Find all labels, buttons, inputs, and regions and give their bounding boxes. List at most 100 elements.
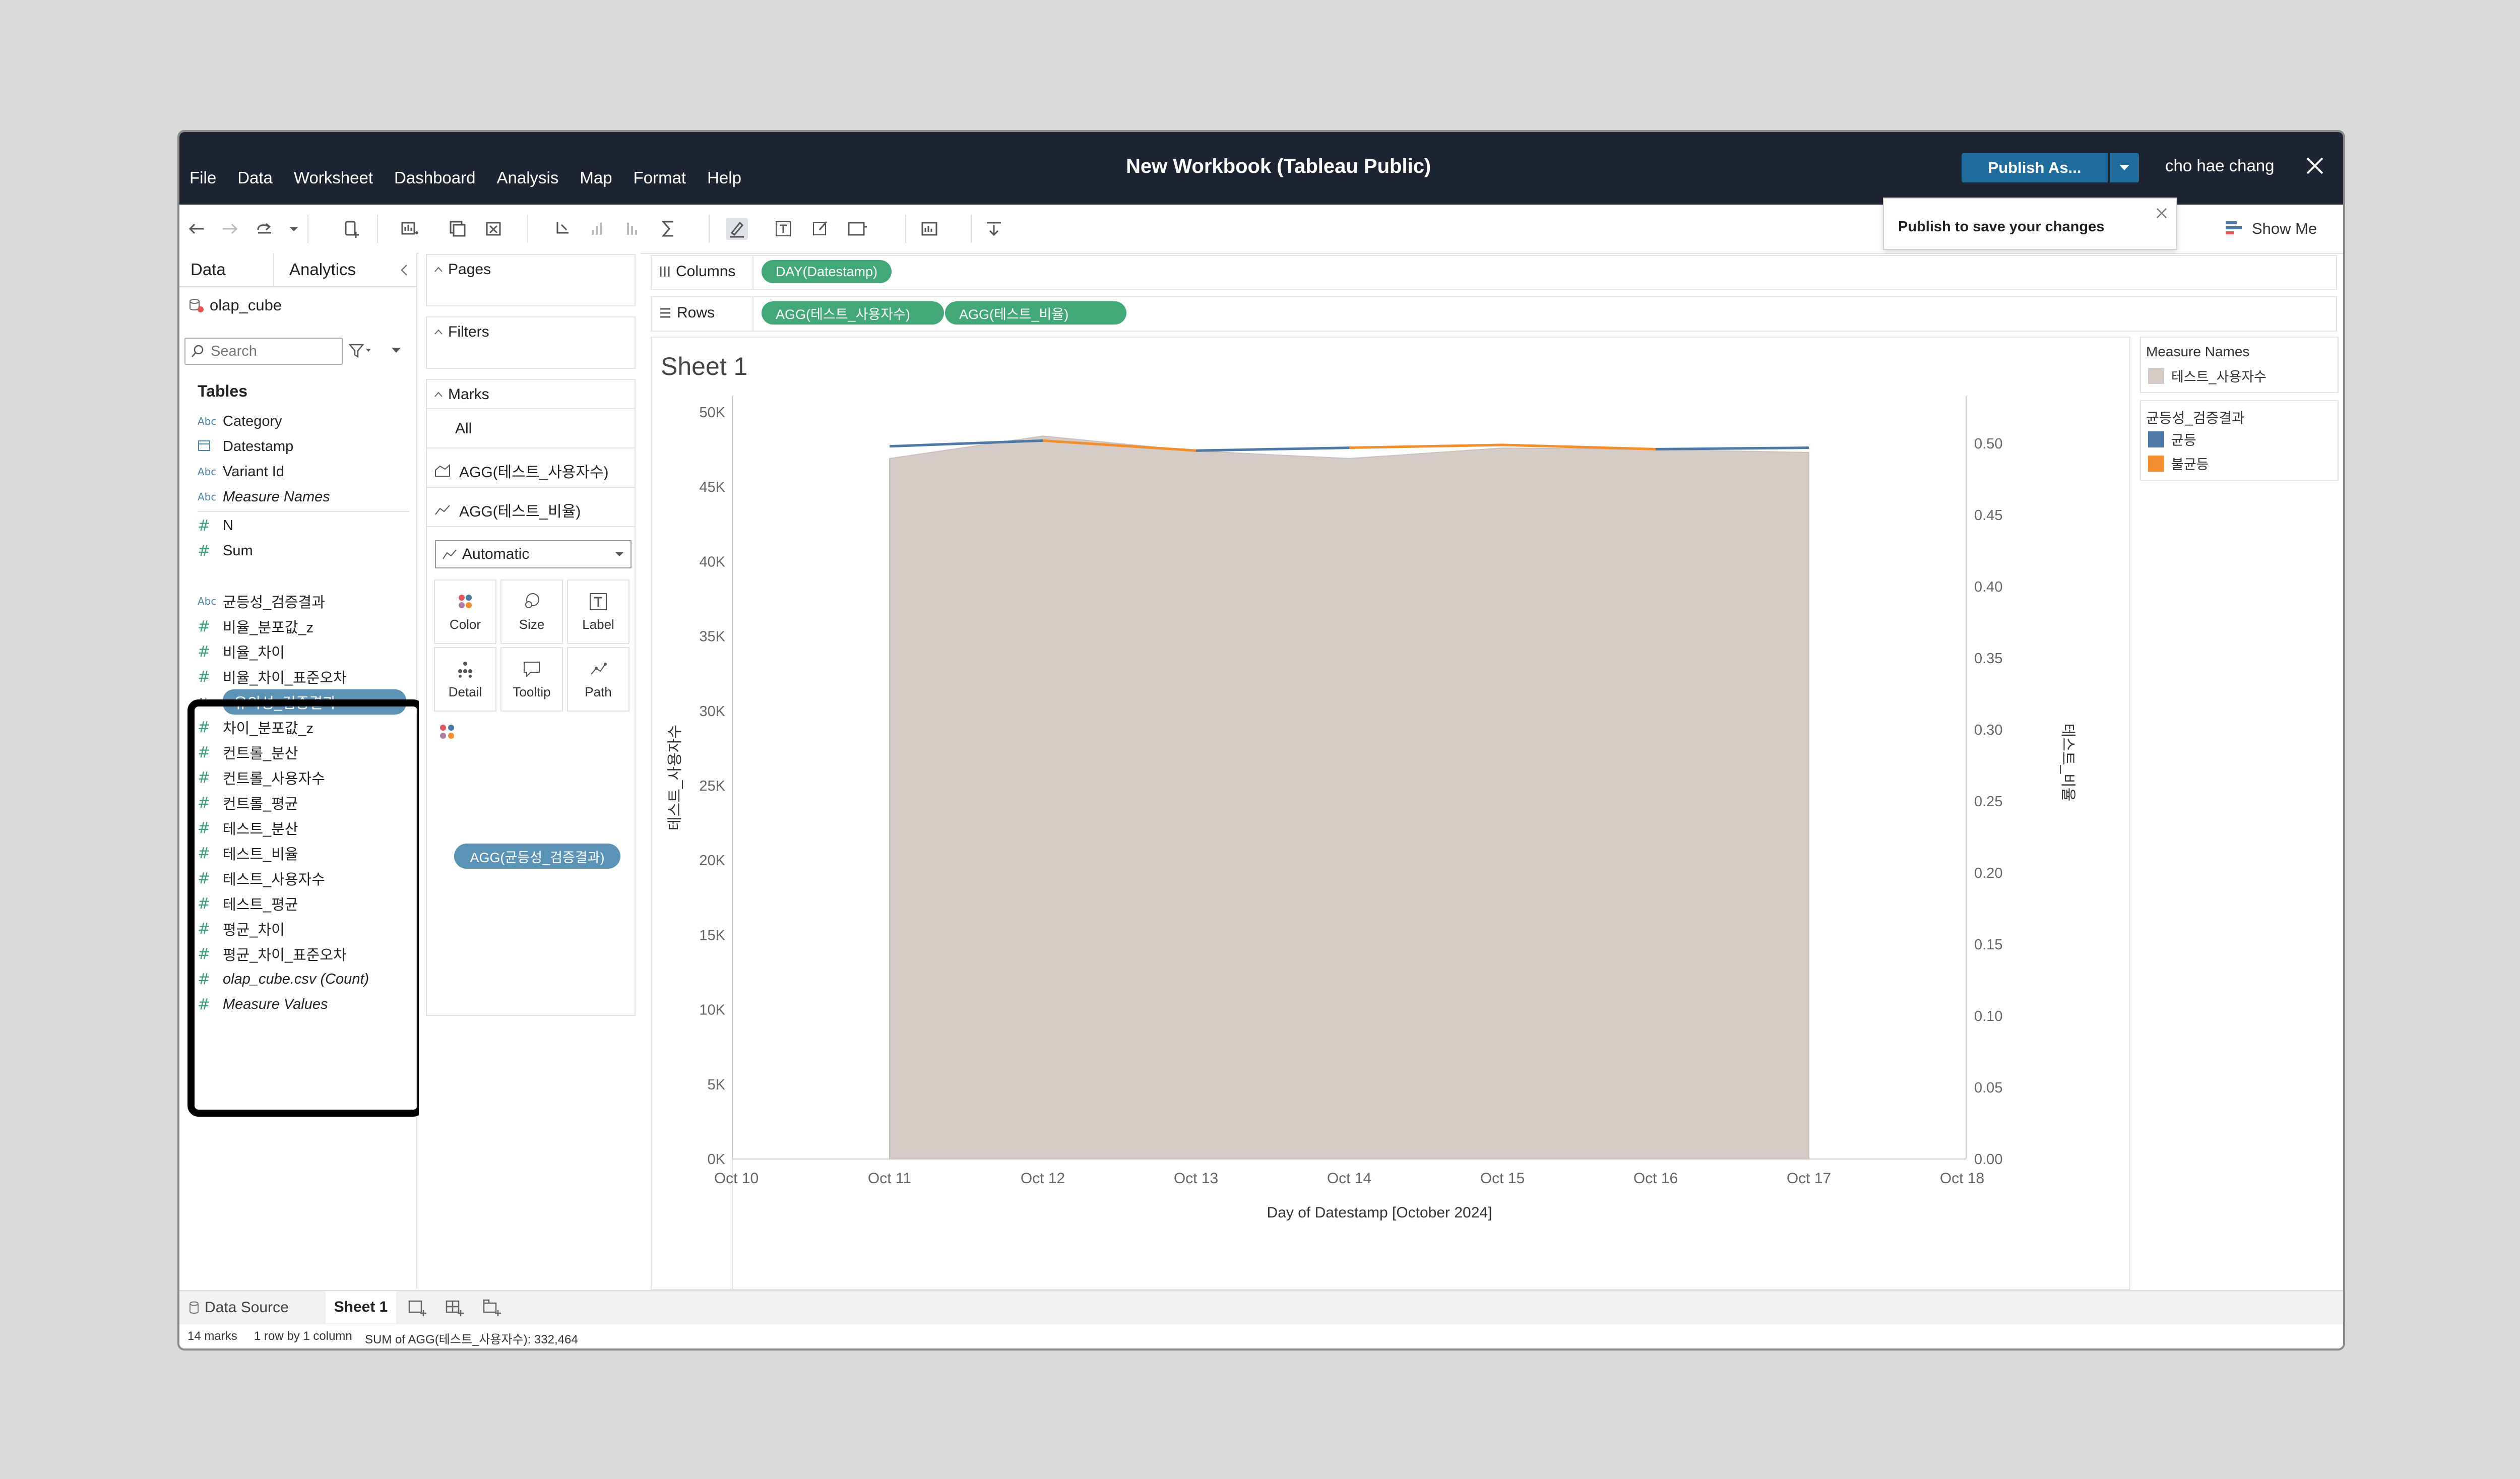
- clear-sheet-icon[interactable]: [484, 218, 506, 240]
- field-calc-9[interactable]: # 컨트롤_평균: [198, 791, 298, 814]
- new-datasource-icon[interactable]: [341, 218, 363, 240]
- color-button[interactable]: Color: [434, 580, 496, 644]
- field-sum[interactable]: # Sum: [198, 539, 253, 562]
- field-calc-4[interactable]: # 비율_차이_표준오차: [198, 665, 347, 688]
- area-series-users: [889, 435, 1809, 1160]
- replay-icon[interactable]: [254, 218, 276, 240]
- legend-item[interactable]: 불균등: [2148, 454, 2209, 473]
- rows-pill-users[interactable]: AGG(테스트_사용자수): [762, 301, 944, 325]
- rows-pill-ratio[interactable]: AGG(테스트_비율): [945, 301, 1126, 325]
- size-button[interactable]: Size: [500, 580, 563, 644]
- status-marks: 14 marks: [187, 1329, 237, 1343]
- field-calc-13[interactable]: # 테스트_평균: [198, 892, 298, 915]
- marks-card-ratio[interactable]: AGG(테스트_비율): [434, 499, 581, 521]
- field-label: 평균_차이_표준오차: [223, 947, 347, 963]
- field-label: Datestamp: [223, 438, 294, 455]
- field-measure-values[interactable]: # Measure Values: [198, 993, 328, 1016]
- field-calc-7[interactable]: # 컨트롤_분산: [198, 741, 298, 764]
- totals-icon[interactable]: [658, 218, 680, 240]
- fit-icon[interactable]: [846, 218, 868, 240]
- publish-dropdown-button[interactable]: [2110, 153, 2139, 182]
- redo-icon[interactable]: [219, 218, 241, 240]
- highlight-icon[interactable]: [726, 218, 748, 240]
- field-measure-names[interactable]: Abc Measure Names: [198, 485, 330, 508]
- field-calc-8[interactable]: # 컨트롤_사용자수: [198, 766, 325, 789]
- tooltip-button[interactable]: Tooltip: [500, 647, 563, 712]
- field-n[interactable]: # N: [198, 514, 233, 537]
- worksheet-view: Sheet 1 0K 5K 10K 15K 20K 25K 30K 35K 40K 45K 50K 0…: [651, 337, 2130, 1290]
- tab-analytics[interactable]: Analytics: [289, 260, 356, 279]
- detail-button[interactable]: Detail: [434, 647, 496, 712]
- close-tooltip-icon[interactable]: [2154, 206, 2169, 221]
- search-box[interactable]: [184, 338, 343, 365]
- pages-header[interactable]: Pages: [434, 261, 491, 278]
- field-calc-15[interactable]: # 평균_차이_표준오차: [198, 942, 347, 966]
- menu-worksheet[interactable]: Worksheet: [294, 168, 373, 187]
- datasource-item[interactable]: olap_cube: [188, 296, 282, 314]
- tables-heading: Tables: [198, 382, 247, 400]
- undo-icon[interactable]: [185, 218, 208, 240]
- marks-header[interactable]: Marks: [434, 386, 489, 403]
- field-calc-5-selected[interactable]: Abc 유의성_검증결과: [198, 689, 406, 715]
- publish-as-button[interactable]: Publish As...: [1962, 153, 2108, 182]
- field-count[interactable]: # olap_cube.csv (Count): [198, 968, 369, 991]
- path-button[interactable]: Path: [567, 647, 629, 712]
- menu-dashboard[interactable]: Dashboard: [394, 168, 475, 187]
- filter-fields-icon[interactable]: [349, 343, 373, 359]
- replay-dropdown-icon[interactable]: [283, 218, 298, 240]
- search-input[interactable]: [210, 342, 333, 360]
- field-calc-10[interactable]: # 테스트_분산: [198, 816, 298, 840]
- columns-pill-datestamp[interactable]: DAY(Datestamp): [762, 260, 892, 283]
- field-calc-11[interactable]: # 테스트_비율: [198, 842, 298, 865]
- tab-data[interactable]: Data: [191, 260, 226, 279]
- annotate-icon[interactable]: [809, 218, 832, 240]
- pane-menu-icon[interactable]: [390, 346, 402, 356]
- marks-all-tab[interactable]: All: [455, 420, 472, 437]
- tableau-window: File Data Worksheet Dashboard Analysis M…: [177, 130, 2345, 1351]
- field-calc-14[interactable]: # 평균_차이: [198, 917, 285, 940]
- marks-card-users[interactable]: AGG(테스트_사용자수): [434, 460, 609, 482]
- show-cards-icon[interactable]: [919, 218, 941, 240]
- y-tick-label-left: 20K: [699, 853, 725, 869]
- user-name[interactable]: cho hae chang: [2165, 156, 2275, 175]
- filters-header[interactable]: Filters: [434, 324, 489, 341]
- swap-rows-columns-icon[interactable]: [552, 218, 575, 240]
- sheet-tab[interactable]: Sheet 1: [326, 1291, 396, 1323]
- field-variant-id[interactable]: Abc Variant Id: [198, 460, 284, 483]
- new-worksheet-icon[interactable]: [399, 218, 421, 240]
- chevron-up-icon: [434, 329, 443, 335]
- menu-data[interactable]: Data: [237, 168, 273, 187]
- field-datestamp[interactable]: Datestamp: [198, 435, 293, 458]
- duplicate-sheet-icon[interactable]: [447, 218, 469, 240]
- pane-divider: [198, 511, 409, 512]
- label-button[interactable]: Label: [567, 580, 629, 644]
- menu-help[interactable]: Help: [707, 168, 741, 187]
- legend-item[interactable]: 테스트_사용자수: [2148, 366, 2266, 385]
- mark-type-dropdown[interactable]: Automatic: [435, 540, 632, 568]
- menu-analysis[interactable]: Analysis: [496, 168, 558, 187]
- data-source-tab[interactable]: Data Source: [188, 1299, 289, 1316]
- sort-descending-icon[interactable]: [623, 218, 645, 240]
- collapse-pane-icon[interactable]: [399, 263, 409, 277]
- menu-file[interactable]: File: [190, 168, 216, 187]
- show-me-button[interactable]: Show Me: [2225, 220, 2317, 238]
- field-calc-3[interactable]: # 비율_차이: [198, 640, 285, 663]
- new-worksheet-icon[interactable]: [407, 1297, 427, 1317]
- color-field-pill[interactable]: AGG(균등성_검증결과): [454, 844, 620, 869]
- close-icon[interactable]: [2301, 152, 2328, 179]
- download-icon[interactable]: [983, 218, 1005, 240]
- new-story-icon[interactable]: [482, 1297, 502, 1317]
- legend-item[interactable]: 균등: [2148, 429, 2196, 449]
- field-calc-2[interactable]: # 비율_분포값_z: [198, 615, 313, 638]
- menu-map[interactable]: Map: [580, 168, 612, 187]
- tab-data-active: [179, 284, 273, 286]
- columns-shelf: Columns DAY(Datestamp): [651, 255, 2337, 290]
- field-category[interactable]: Abc Category: [198, 410, 282, 433]
- labels-icon[interactable]: [772, 218, 794, 240]
- menu-format[interactable]: Format: [634, 168, 686, 187]
- sort-ascending-icon[interactable]: [588, 218, 610, 240]
- field-calc-12[interactable]: # 테스트_사용자수: [198, 867, 325, 890]
- field-calc-6[interactable]: # 차이_분포값_z: [198, 716, 313, 739]
- new-dashboard-icon[interactable]: [445, 1297, 465, 1317]
- field-calc-1[interactable]: Abc 균등성_검증결과: [198, 590, 325, 613]
